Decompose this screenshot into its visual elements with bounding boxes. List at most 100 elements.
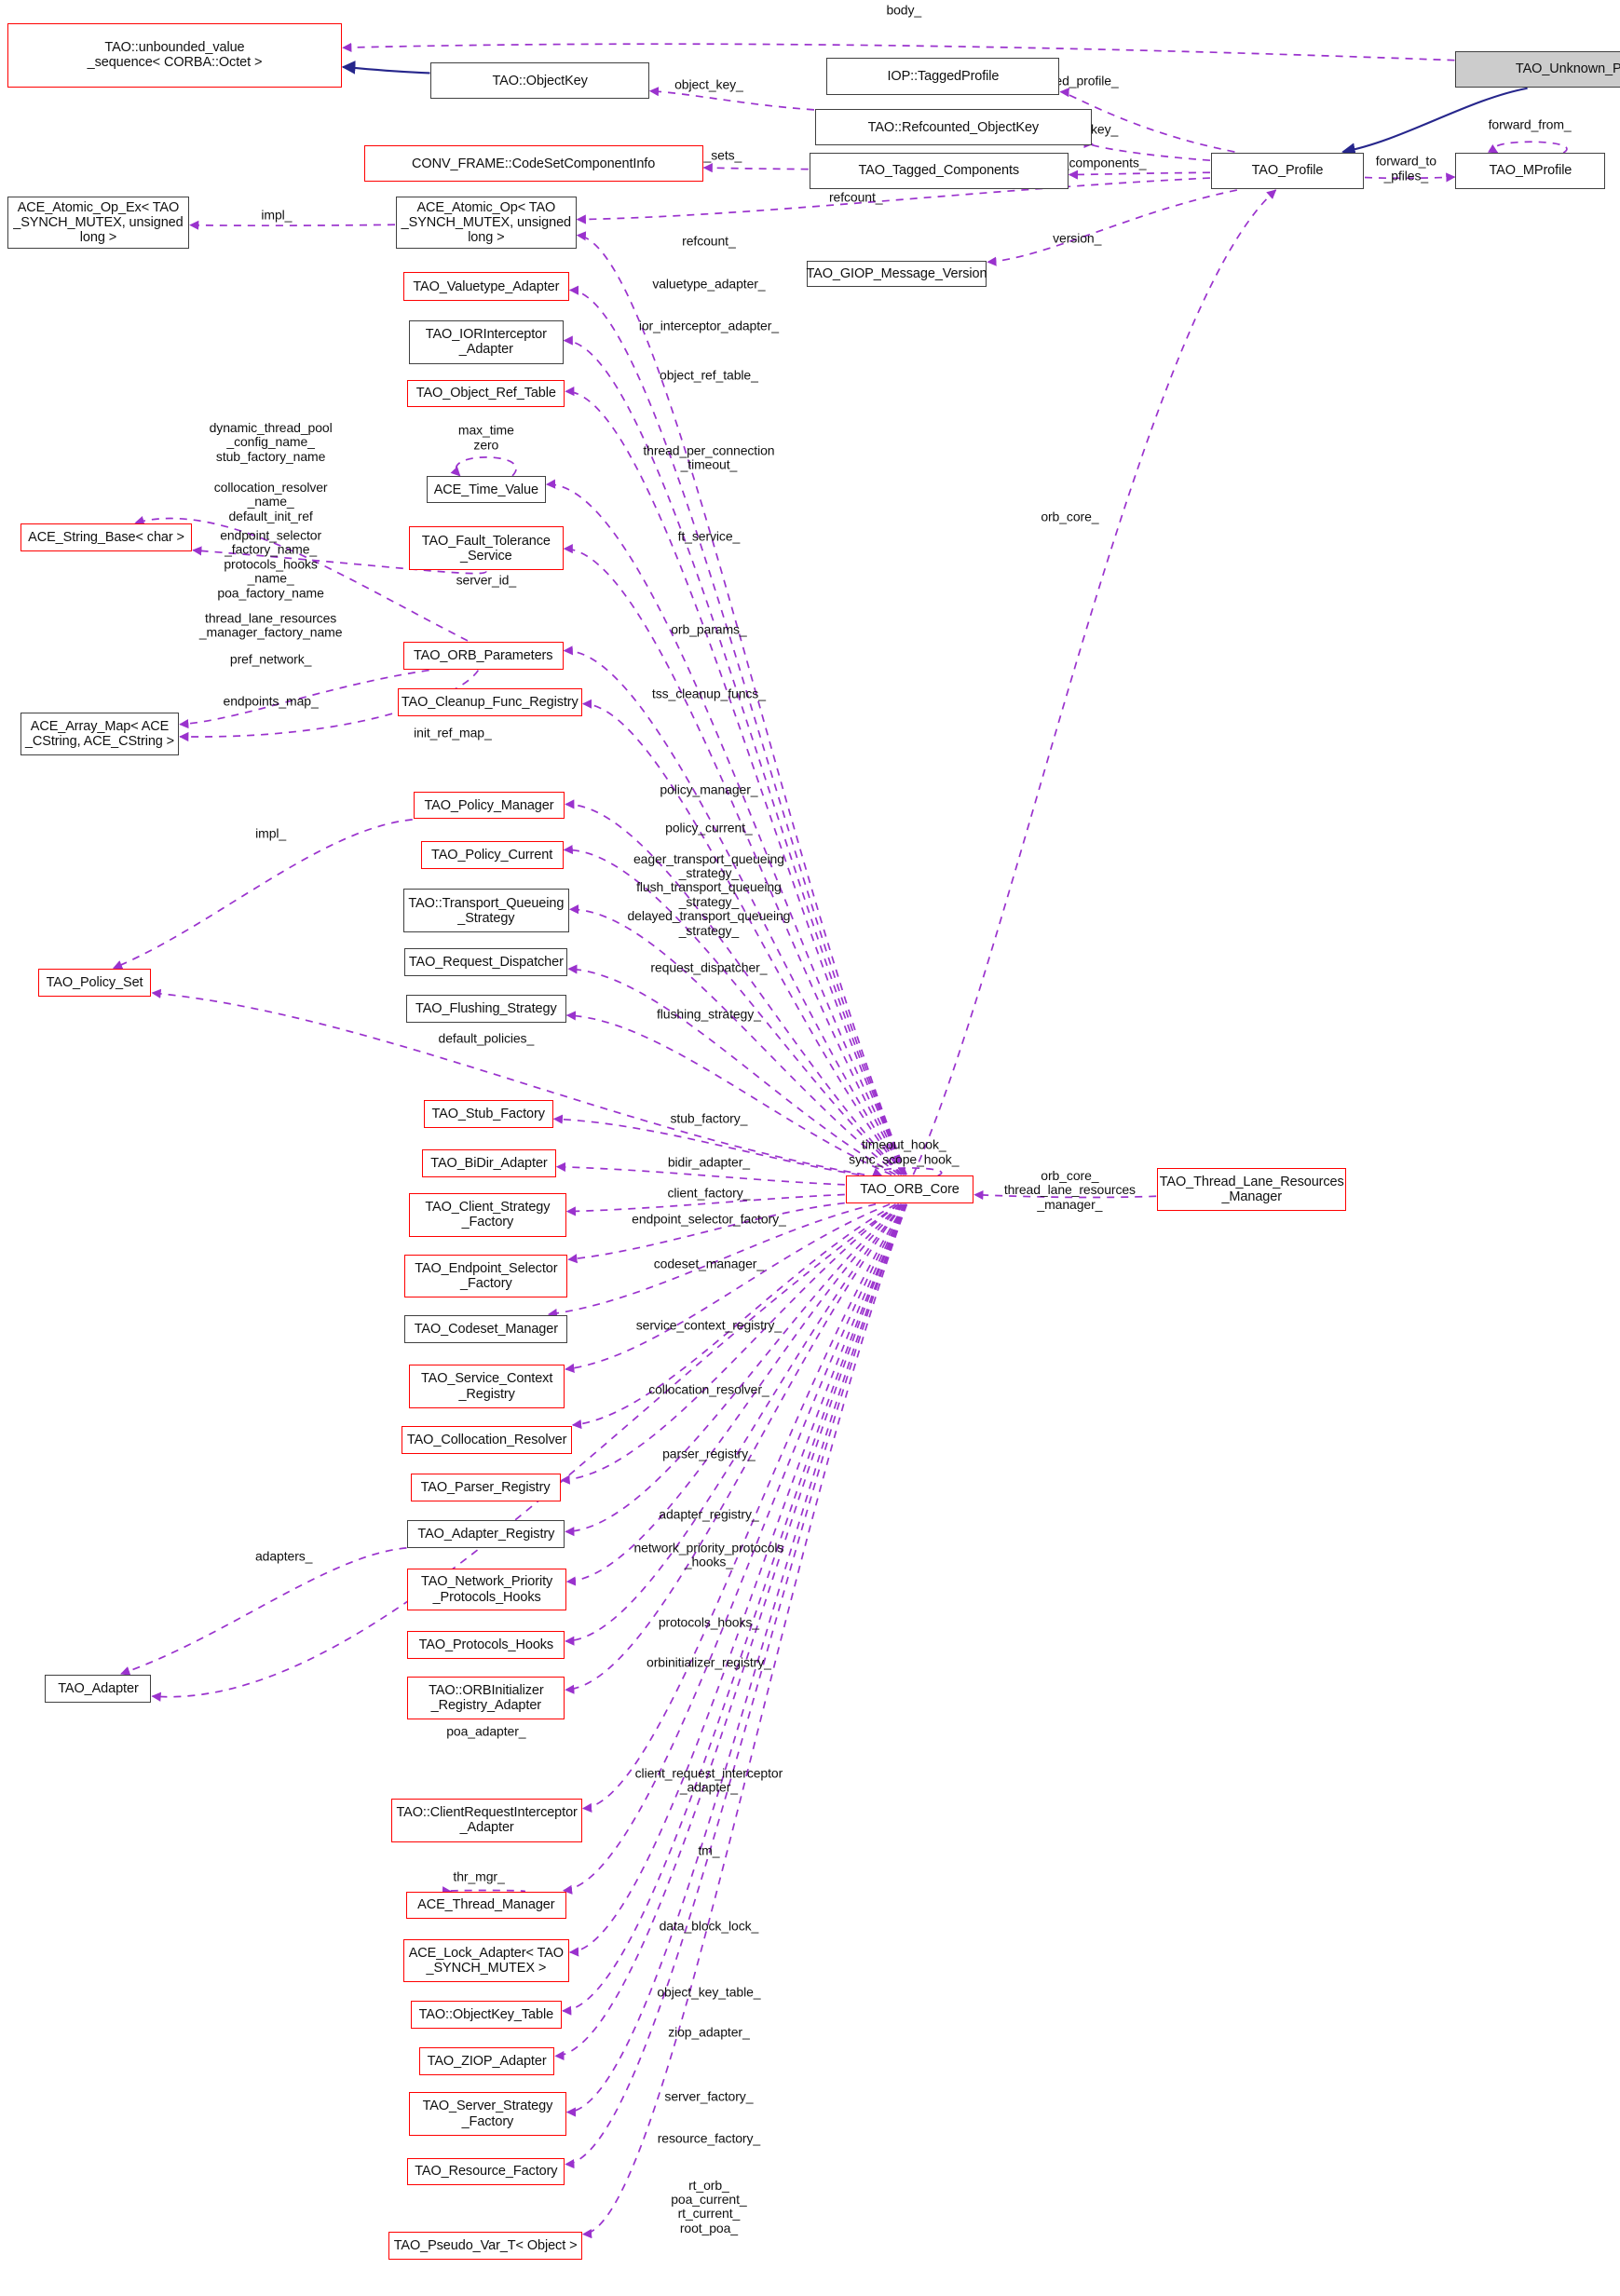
class-node[interactable]: TAO::ClientRequestInterceptor _Adapter: [391, 1798, 582, 1842]
edge: [189, 220, 395, 230]
class-node[interactable]: TAO_GIOP_Message_Version: [806, 260, 987, 287]
edge-label: default_policies_: [438, 1030, 535, 1046]
class-node[interactable]: TAO_Server_Strategy _Factory: [409, 2092, 566, 2137]
class-node[interactable]: TAO_Resource_Factory: [407, 2157, 565, 2186]
class-node[interactable]: TAO::unbounded_value _sequence< CORBA::O…: [7, 22, 343, 88]
edge-label: collocation_resolver _name_ default_init…: [213, 479, 328, 523]
class-node[interactable]: ACE_Thread_Manager: [405, 1891, 566, 1920]
class-node[interactable]: TAO_Stub_Factory: [423, 1099, 553, 1128]
edge-label: client_request_interceptor _adapter_: [634, 1765, 783, 1795]
edge-label: policy_manager_: [660, 781, 758, 797]
class-node[interactable]: TAO_Endpoint_Selector _Factory: [404, 1254, 568, 1298]
edge-label: thread_per_connection _timeout_: [643, 442, 775, 473]
class-node[interactable]: TAO_Protocols_Hooks: [407, 1631, 565, 1659]
class-node[interactable]: TAO_Adapter_Registry: [407, 1520, 565, 1549]
class-node[interactable]: TAO_Policy_Manager: [413, 791, 565, 820]
edge-label: data_block_lock_: [659, 1918, 759, 1934]
edge-label: endpoint_selector_factory_: [632, 1211, 786, 1227]
class-node[interactable]: TAO_Collocation_Resolver: [402, 1425, 573, 1454]
edge-label: network_priority_protocols _hooks_: [633, 1540, 784, 1569]
class-node[interactable]: TAO_Profile: [1210, 153, 1364, 190]
edge-label: forward_to _pfiles_: [1375, 153, 1436, 183]
edge-label: object_ref_table_: [660, 367, 758, 383]
edge: [912, 189, 1277, 1175]
class-node[interactable]: TAO_Unknown_Profile: [1455, 50, 1620, 88]
class-node[interactable]: TAO::ObjectKey: [430, 62, 649, 100]
edge-label: version_: [1053, 230, 1102, 246]
class-node[interactable]: TAO_Thread_Lane_Resources _Manager: [1157, 1168, 1347, 1211]
edge-label: orb_params_: [671, 621, 747, 637]
class-node[interactable]: ACE_Lock_Adapter< TAO _SYNCH_MUTEX >: [402, 1939, 569, 1982]
edge: [568, 1203, 907, 1957]
edge-label: request_dispatcher_: [650, 959, 768, 975]
edge-label: endpoints_map_: [223, 693, 319, 709]
class-node[interactable]: ACE_Array_Map< ACE _CString, ACE_CString…: [20, 713, 180, 755]
edge: [565, 1203, 902, 1537]
class-node[interactable]: TAO_Policy_Current: [420, 840, 564, 869]
class-node[interactable]: TAO_Pseudo_Var_T< Object >: [388, 2232, 582, 2260]
edge-label: collocation_resolver_: [648, 1381, 769, 1397]
class-node[interactable]: TAO_Fault_Tolerance _Service: [409, 526, 564, 571]
class-node[interactable]: TAO_Service_Context _Registry: [409, 1365, 565, 1409]
edge-label: refcount_: [682, 233, 736, 249]
class-node[interactable]: ACE_Atomic_Op< TAO _SYNCH_MUTEX, unsigne…: [395, 196, 577, 250]
edge-label: object_key_table_: [657, 1983, 761, 1999]
class-node[interactable]: TAO_Parser_Registry: [410, 1474, 561, 1502]
edge: [565, 1011, 892, 1175]
class-node[interactable]: TAO_Tagged_Components: [809, 153, 1069, 190]
edge-label: bidir_adapter_: [667, 1154, 750, 1170]
edge: [341, 61, 430, 75]
class-node[interactable]: TAO_Adapter: [45, 1674, 152, 1703]
class-node[interactable]: CONV_FRAME::CodeSetComponentInfo: [363, 145, 703, 183]
class-node[interactable]: TAO_IORInterceptor _Adapter: [409, 319, 564, 364]
edge-label: orbinitializer_registry_: [647, 1654, 771, 1670]
edge-label: service_context_registry_: [635, 1317, 783, 1333]
edge-label: poa_adapter_: [446, 1723, 526, 1739]
class-node[interactable]: TAO::Transport_Queueing _Strategy: [402, 889, 569, 933]
class-node[interactable]: TAO_Client_Strategy _Factory: [409, 1192, 566, 1237]
class-node[interactable]: TAO::Refcounted_ObjectKey: [814, 109, 1092, 146]
class-node[interactable]: TAO::ORBInitializer _Registry_Adapter: [407, 1676, 565, 1720]
class-node[interactable]: ACE_String_Base< char >: [20, 523, 193, 552]
class-node[interactable]: TAO_Flushing_Strategy: [405, 995, 566, 1024]
class-node[interactable]: TAO_Cleanup_Func_Registry: [397, 687, 582, 716]
class-node[interactable]: TAO_Object_Ref_Table: [407, 379, 565, 408]
class-node[interactable]: TAO_ZIOP_Adapter: [418, 2046, 555, 2075]
edge-label: orb_core_ thread_lane_resources _manager…: [1003, 1167, 1136, 1212]
edge-label: impl_: [255, 825, 287, 841]
collaboration-diagram: TAO::unbounded_value _sequence< CORBA::O…: [0, 0, 1620, 2296]
class-node[interactable]: TAO_MProfile: [1455, 153, 1606, 190]
edge: [560, 1203, 900, 1485]
class-node[interactable]: TAO_ORB_Core: [845, 1175, 974, 1203]
class-node[interactable]: ACE_Time_Value: [426, 475, 546, 504]
edge: [1068, 170, 1210, 180]
class-node[interactable]: IOP::TaggedProfile: [826, 58, 1060, 95]
edge-label: body_: [886, 2, 922, 18]
edge-label: server_factory_: [664, 2088, 754, 2104]
edge-label: ior_interceptor_adapter_: [638, 318, 779, 333]
class-node[interactable]: ACE_Atomic_Op_Ex< TAO _SYNCH_MUTEX, unsi…: [7, 196, 190, 250]
edge-label: tm_: [698, 1842, 720, 1858]
edge: [1488, 141, 1568, 154]
class-node[interactable]: TAO::ObjectKey_Table: [410, 2000, 563, 2029]
class-node[interactable]: TAO_Codeset_Manager: [404, 1315, 568, 1343]
edge-label: object_key_: [674, 75, 743, 91]
edge-label: timeout_hook_ sync_scope_hook_: [849, 1136, 960, 1167]
edge-label: tss_cleanup_funcs_: [651, 686, 766, 701]
edge-label: refcount_: [828, 189, 883, 205]
class-node[interactable]: TAO_BiDir_Adapter: [422, 1149, 556, 1177]
class-node[interactable]: TAO_Request_Dispatcher: [404, 948, 568, 977]
edge-label: valuetype_adapter_: [652, 275, 766, 291]
edge-label: stub_factory_: [670, 1110, 748, 1126]
edge-label: dynamic_thread_pool _config_name_ stub_f…: [209, 419, 333, 464]
edge-layer: [112, 42, 1568, 2239]
edge-label: flushing_strategy_: [656, 1006, 761, 1022]
class-node[interactable]: TAO_Policy_Set: [37, 969, 152, 998]
edge: [120, 1547, 407, 1676]
edge-label: resource_factory_: [657, 2130, 761, 2146]
class-node[interactable]: TAO_Network_Priority _Protocols_Hooks: [407, 1568, 566, 1611]
edge-label: protocols_hooks_: [658, 1614, 759, 1630]
edge-label: init_ref_map_: [414, 725, 492, 740]
class-node[interactable]: TAO_Valuetype_Adapter: [402, 272, 569, 302]
class-node[interactable]: TAO_ORB_Parameters: [402, 641, 564, 670]
